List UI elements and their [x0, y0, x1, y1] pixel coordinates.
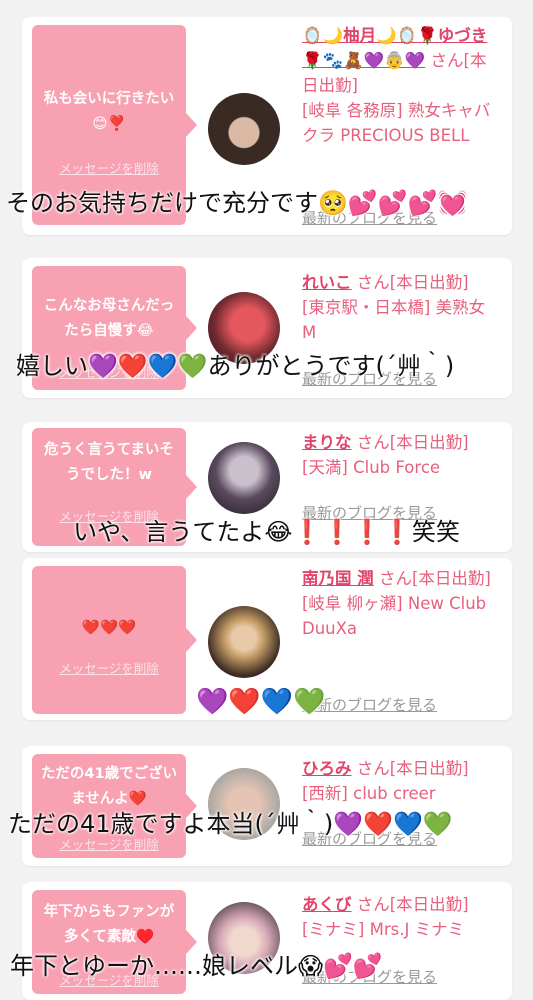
cast-info: 🪞🌙柚月🌙🪞🌹ゆづき🌹🐾🧸💜👵💜 さん[本日出勤] [岐阜 各務原] 熟女キャバ…	[302, 23, 502, 148]
comment-caption: そのお気持ちだけで充分です🥺💕💕💕💓	[6, 189, 468, 217]
message-bubble: ❤️❤️❤️ メッセージを削除	[32, 566, 197, 714]
shop-link[interactable]: [東京駅・日本橋] 美熟女 M	[302, 298, 485, 342]
cast-info: 南乃国 潤 さん[本日出勤] [岐阜 柳ヶ瀬] New Club DuuXa	[302, 566, 502, 641]
avatar[interactable]	[208, 442, 280, 514]
message-text: 私も会いに行きたい😊❣️	[43, 91, 175, 132]
comment-caption: いや、言うてたよ😂❗️❗️❗️❗️笑笑	[73, 518, 460, 546]
cast-name-link[interactable]: ひろみ	[302, 759, 352, 778]
message-text: 危うく言うてまいそうでした！w	[44, 442, 174, 483]
message-text: こんなお母さんだったら自慢す😂	[43, 298, 175, 339]
shop-link[interactable]: [西新] club creer	[302, 784, 436, 803]
honorific: さん	[430, 51, 464, 70]
shop-link[interactable]: [岐阜 柳ヶ瀬] New Club DuuXa	[302, 594, 486, 638]
shop-link[interactable]: [天満] Club Force	[302, 458, 440, 477]
work-status: [本日出勤]	[412, 569, 491, 588]
cast-info: あくび さん[本日出勤] [ミナミ] Mrs.J ミナミ	[302, 892, 502, 942]
cast-name-link[interactable]: あくび	[302, 895, 352, 914]
shop-link[interactable]: [岐阜 各務原] 熟女キャバクラ PRECIOUS BELL	[302, 101, 490, 145]
work-status: [本日出勤]	[389, 759, 469, 778]
honorific: さん	[356, 759, 390, 778]
message-card: 年下からもファンが多くて素敵♥️ メッセージを削除 あくび さん[本日出勤] […	[22, 882, 512, 1000]
message-bubble: ただの41歳でございませんよ❤️ メッセージを削除	[32, 754, 197, 858]
cast-name-link[interactable]: まりな	[302, 433, 352, 452]
cast-name-link[interactable]: 南乃国 潤	[302, 569, 374, 588]
comment-caption: 💜❤️💙💚	[196, 687, 326, 717]
avatar[interactable]	[208, 93, 280, 165]
honorific: さん	[356, 895, 390, 914]
work-status: [本日出勤]	[389, 433, 469, 452]
delete-message-link[interactable]: メッセージを削除	[32, 658, 186, 677]
shop-link[interactable]: [ミナミ] Mrs.J ミナミ	[302, 920, 464, 939]
cast-info: ひろみ さん[本日出勤] [西新] club creer	[302, 756, 502, 806]
message-text: ただの41歳でございませんよ❤️	[40, 766, 178, 807]
cast-info: れいこ さん[本日出勤] [東京駅・日本橋] 美熟女 M	[302, 270, 502, 345]
honorific: さん	[379, 569, 412, 588]
work-status: [本日出勤]	[389, 273, 469, 292]
cast-info: まりな さん[本日出勤] [天満] Club Force	[302, 430, 502, 480]
comment-caption: ただの41歳ですよ本当(´艸｀)💜❤️💙💚	[8, 810, 453, 838]
message-text: ❤️❤️❤️	[81, 620, 137, 636]
honorific: さん	[356, 433, 390, 452]
message-text: 年下からもファンが多くて素敵♥️	[43, 904, 175, 945]
comment-caption: 年下とゆーか……娘レベル😱💕💕	[10, 952, 383, 980]
comment-caption: 嬉しい💜❤️💙💚ありがとうです(´艸｀)	[16, 352, 455, 380]
honorific: さん	[356, 273, 390, 292]
work-status: [本日出勤]	[389, 895, 469, 914]
delete-message-link[interactable]: メッセージを削除	[32, 158, 186, 177]
avatar[interactable]	[208, 606, 280, 678]
cast-name-link[interactable]: れいこ	[302, 273, 352, 292]
message-card: ただの41歳でございませんよ❤️ メッセージを削除 ひろみ さん[本日出勤] […	[22, 746, 512, 866]
